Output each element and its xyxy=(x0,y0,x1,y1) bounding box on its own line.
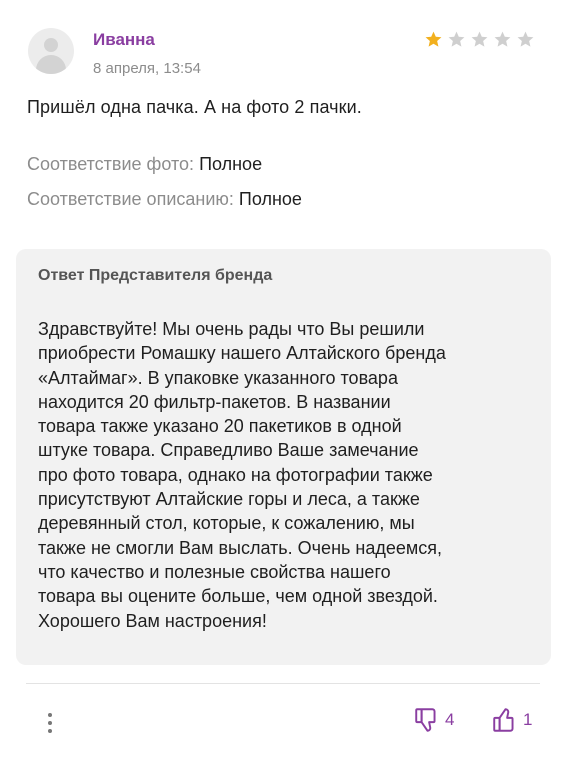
like-button[interactable]: 1 xyxy=(492,706,532,734)
user-avatar-icon xyxy=(28,28,74,74)
brand-reply-line: также не смогли Вам выслать. Очень надее… xyxy=(38,537,442,558)
photo-match-label: Соответствие фото: xyxy=(27,154,195,174)
brand-reply-line: «Алтаймаг». В упаковке указанного товара xyxy=(38,367,398,388)
like-count: 1 xyxy=(523,710,533,729)
photo-match-value: Полное xyxy=(199,154,263,174)
brand-reply-line: деревянный стол, которые, к сожалению, м… xyxy=(38,513,415,534)
star-icon xyxy=(494,31,511,47)
more-vertical-icon xyxy=(48,713,52,717)
divider xyxy=(26,683,540,684)
brand-reply-line: что качество и полезные свойства нашего xyxy=(38,561,391,582)
brand-reply-line: приобрести Ромашку нашего Алтайского бре… xyxy=(38,343,446,364)
dislike-count: 4 xyxy=(445,710,455,729)
brand-reply-line: находится 20 фильтр-пакетов. В названии xyxy=(38,391,391,412)
thumbs-up-icon xyxy=(493,708,514,732)
brand-reply-text: Здравствуйте! Мы очень рады что Вы решил… xyxy=(38,317,538,633)
brand-reply-line: Здравствуйте! Мы очень рады что Вы решил… xyxy=(38,319,425,339)
thumbs-down-icon xyxy=(415,708,436,732)
brand-reply-title: Ответ Представителя бренда xyxy=(38,267,273,284)
dislike-button[interactable]: 4 xyxy=(414,706,454,734)
brand-reply-line: товара также указано 20 пакетиков в одно… xyxy=(38,416,402,437)
description-match-row: Соответствие описанию: Полное xyxy=(27,189,302,210)
star-icon xyxy=(471,31,488,47)
review-date: 8 апреля, 13:54 xyxy=(93,60,201,77)
review-card: Иванна 8 апреля, 13:54 Пришёл одна пачка… xyxy=(0,0,570,773)
star-icon xyxy=(425,31,442,47)
photo-match-row: Соответствие фото: Полное xyxy=(27,154,262,175)
review-text: Пришёл одна пачка. А на фото 2 пачки. xyxy=(27,97,362,117)
description-match-label: Соответствие описанию: xyxy=(27,189,234,209)
brand-reply-line: штуке товара. Справедливо Ваше замечание xyxy=(38,440,419,461)
rating-stars xyxy=(424,30,535,49)
brand-reply-line: присутствуют Алтайские горы и леса, а та… xyxy=(38,489,420,510)
review-author: Иванна xyxy=(93,30,155,49)
more-options-button[interactable] xyxy=(40,708,60,738)
description-match-value: Полное xyxy=(238,189,302,209)
brand-reply: Ответ Представителя бренда Здравствуйте!… xyxy=(16,249,551,665)
brand-reply-line: Хорошего Вам настроения! xyxy=(38,610,267,631)
star-icon xyxy=(517,31,534,47)
star-icon xyxy=(448,31,465,47)
brand-reply-line: товара вы оцените больше, чем одной звез… xyxy=(38,586,438,607)
brand-reply-line: про фото товара, однако на фотографии та… xyxy=(38,464,433,485)
